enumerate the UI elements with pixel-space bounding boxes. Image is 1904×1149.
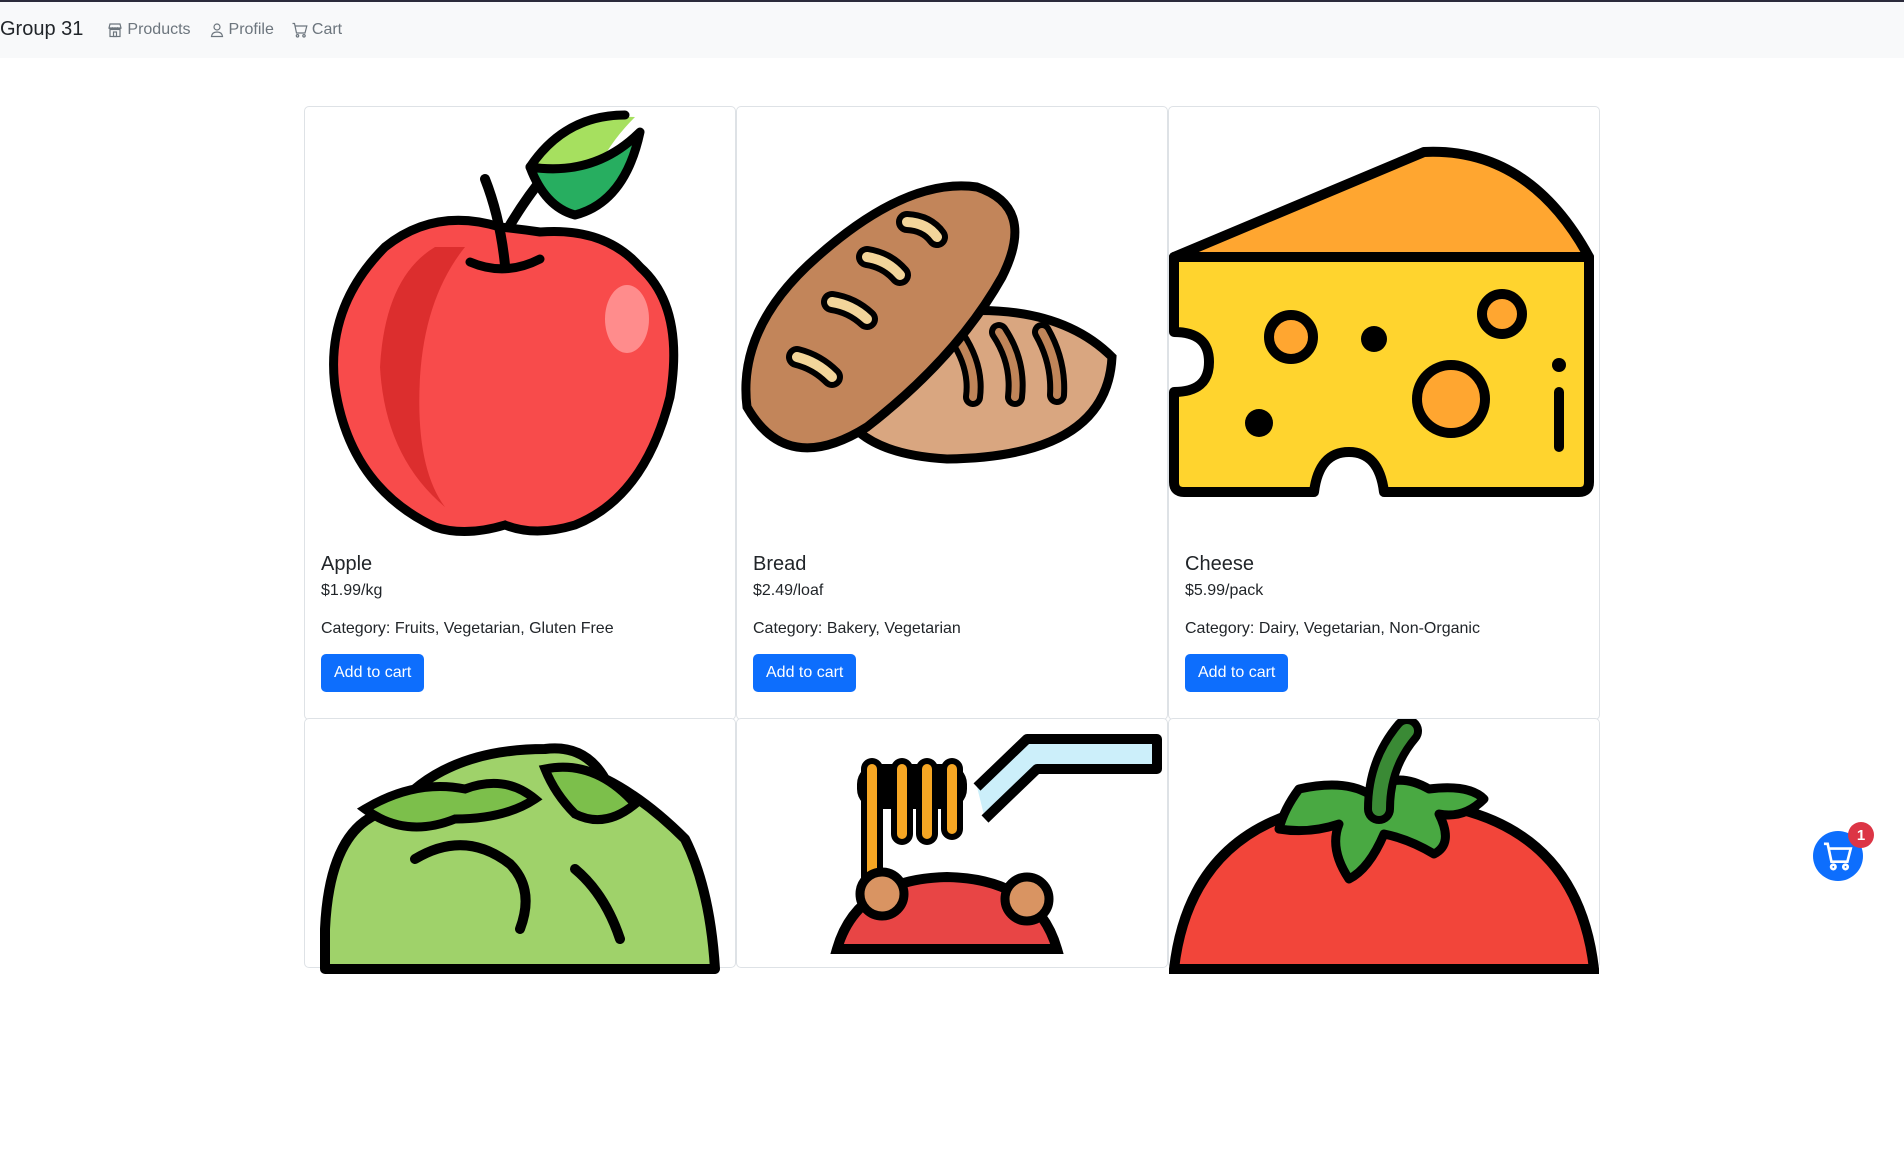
lettuce-image	[320, 743, 720, 974]
product-card-bread: Bread $2.49/loaf Category: Bakery, Veget…	[736, 106, 1168, 720]
person-icon	[210, 23, 223, 38]
cheese-image	[1169, 146, 1594, 497]
product-card-spaghetti	[736, 718, 1168, 968]
card-body: Cheese $5.99/pack Category: Dairy, Veget…	[1185, 553, 1480, 692]
product-card-lettuce	[304, 718, 736, 974]
nav-link-label: Cart	[311, 21, 343, 38]
product-category: Category: Dairy, Vegetarian, Non-Organic	[1185, 620, 1480, 637]
cart-count-badge: 1	[1848, 822, 1874, 848]
product-category: Category: Bakery, Vegetarian	[753, 620, 961, 637]
bread-image	[741, 181, 1117, 464]
cart-icon	[1823, 842, 1853, 871]
card-body: Bread $2.49/loaf Category: Bakery, Veget…	[753, 553, 961, 692]
product-card-apple: Apple $1.99/kg Category: Fruits, Vegetar…	[304, 106, 736, 720]
product-price: $1.99/kg	[321, 582, 383, 599]
cart-icon	[292, 22, 308, 38]
spaghetti-image	[830, 734, 1162, 954]
nav-link-label: Profile	[228, 21, 274, 38]
product-price: $5.99/pack	[1185, 582, 1264, 599]
add-to-cart-button[interactable]: Add to cart	[753, 654, 857, 692]
tomato-image	[1169, 719, 1599, 974]
product-card-cheese: Cheese $5.99/pack Category: Dairy, Veget…	[1168, 106, 1600, 720]
product-price: $2.49/loaf	[753, 582, 824, 599]
nav-link-products[interactable]: Products	[107, 21, 191, 39]
product-name: Apple	[321, 553, 373, 575]
product-name: Cheese	[1185, 553, 1254, 575]
nav-link-cart[interactable]: Cart	[292, 21, 342, 39]
product-category: Category: Fruits, Vegetarian, Gluten Fre…	[321, 620, 614, 637]
navbar-brand[interactable]: Group 31	[0, 18, 83, 41]
nav-link-label: Products	[127, 21, 191, 38]
add-to-cart-button[interactable]: Add to cart	[321, 654, 425, 692]
product-grid: Apple $1.99/kg Category: Fruits, Vegetar…	[304, 106, 1600, 974]
navbar: Group 31 Products Profile Cart	[0, 2, 1904, 58]
card-body: Apple $1.99/kg Category: Fruits, Vegetar…	[321, 553, 614, 692]
product-card-tomato	[1168, 718, 1600, 974]
shop-icon	[108, 23, 123, 38]
add-to-cart-button[interactable]: Add to cart	[1185, 654, 1289, 692]
product-name: Bread	[753, 553, 807, 575]
nav-link-profile[interactable]: Profile	[209, 21, 274, 39]
apple-image	[329, 110, 679, 537]
